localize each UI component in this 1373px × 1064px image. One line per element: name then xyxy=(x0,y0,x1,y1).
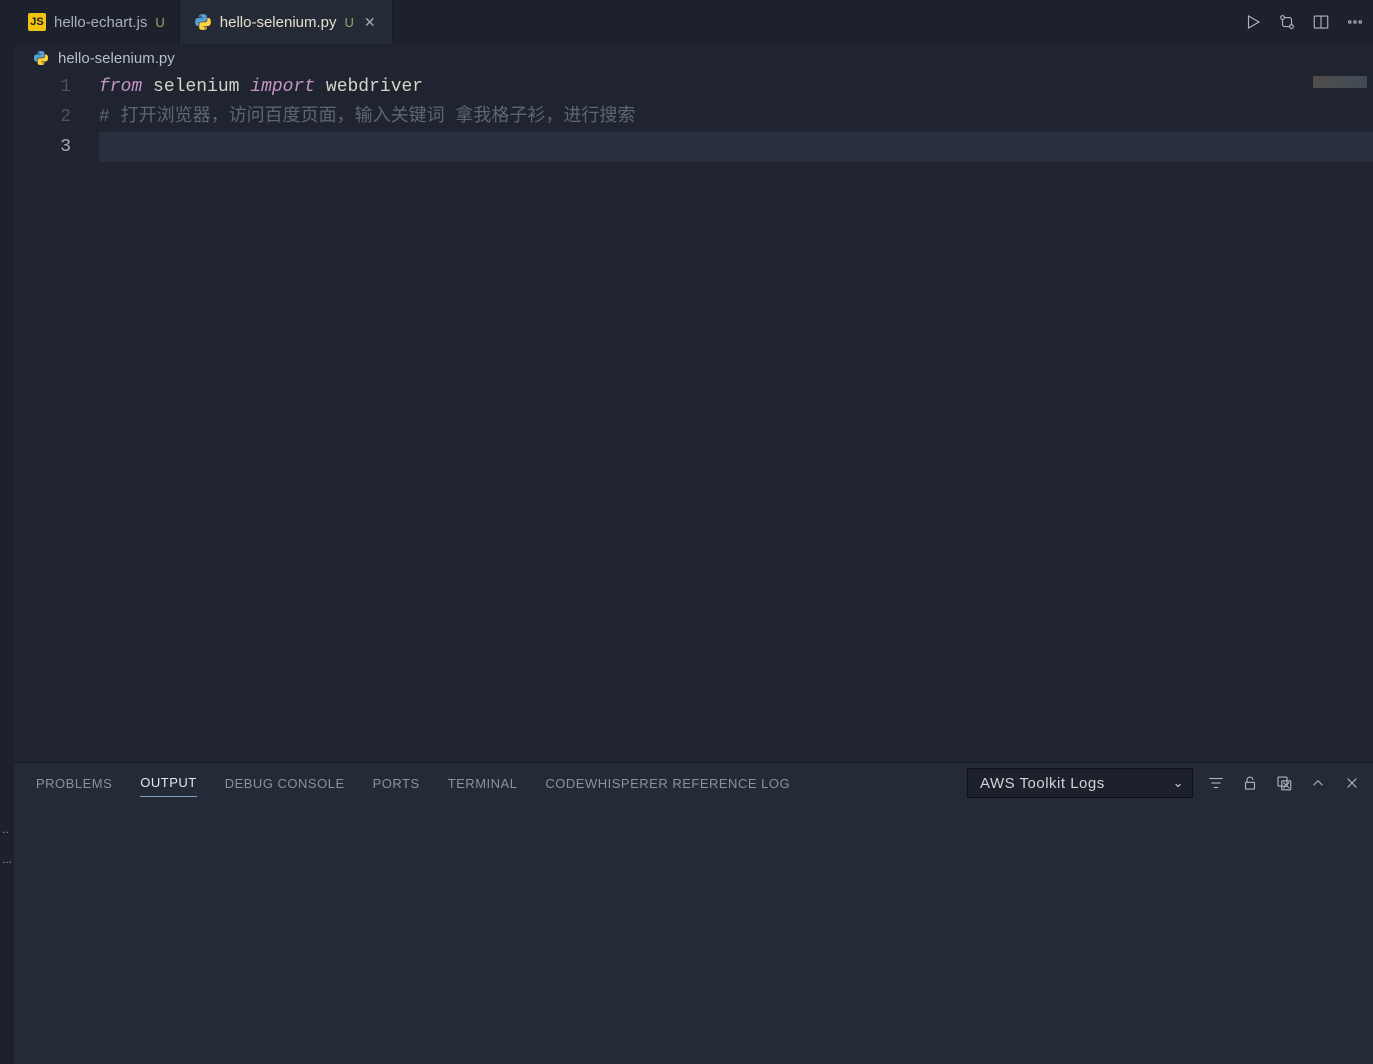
code-line-current xyxy=(99,132,1373,162)
split-editor-icon[interactable] xyxy=(1311,12,1331,32)
compare-changes-icon[interactable] xyxy=(1277,12,1297,32)
breadcrumb-file: hello-selenium.py xyxy=(58,50,175,67)
tab-status-unsaved: U xyxy=(345,15,354,30)
chevron-up-icon[interactable] xyxy=(1307,772,1329,794)
activity-dots-2: ... xyxy=(0,844,14,874)
clear-output-icon[interactable] xyxy=(1273,772,1295,794)
python-file-icon xyxy=(32,49,50,67)
tab-problems[interactable]: PROBLEMS xyxy=(36,770,112,797)
output-body[interactable] xyxy=(14,803,1373,1064)
chevron-down-icon: ⌄ xyxy=(1173,775,1184,791)
lock-scroll-icon[interactable] xyxy=(1239,772,1261,794)
more-actions-icon[interactable] xyxy=(1345,12,1365,32)
tab-debug-console[interactable]: DEBUG CONSOLE xyxy=(225,770,345,797)
code-line: # 打开浏览器，访问百度页面，输入关键词 拿我格子衫，进行搜索 xyxy=(99,102,1373,132)
js-file-icon: JS xyxy=(28,13,46,31)
line-number: 2 xyxy=(14,102,71,132)
activity-dots: .. xyxy=(0,814,14,844)
tab-hello-selenium[interactable]: hello-selenium.py U ✕ xyxy=(180,0,393,44)
tab-output[interactable]: OUTPUT xyxy=(140,769,196,797)
editor-tabs: JS hello-echart.js U hello-selenium.py U… xyxy=(14,0,1373,44)
tab-codewhisperer[interactable]: CODEWHISPERER REFERENCE LOG xyxy=(545,770,790,797)
main-column: JS hello-echart.js U hello-selenium.py U… xyxy=(14,0,1373,1064)
gutter: 1 2 3 xyxy=(14,72,99,762)
close-panel-icon[interactable] xyxy=(1341,772,1363,794)
python-file-icon xyxy=(194,13,212,31)
tab-status-unsaved: U xyxy=(155,15,164,30)
panel-right-controls: AWS Toolkit Logs ⌄ xyxy=(967,768,1363,798)
line-number: 3 xyxy=(14,132,71,162)
bottom-panel: PROBLEMS OUTPUT DEBUG CONSOLE PORTS TERM… xyxy=(14,762,1373,1064)
tab-file-name: hello-selenium.py xyxy=(220,14,337,31)
panel-tabs: PROBLEMS OUTPUT DEBUG CONSOLE PORTS TERM… xyxy=(14,763,1373,803)
minimap[interactable] xyxy=(1313,76,1367,88)
activity-bar: .. ... xyxy=(0,0,14,1064)
code-editor[interactable]: 1 2 3 from selenium import webdriver # 打… xyxy=(14,72,1373,762)
tab-terminal[interactable]: TERMINAL xyxy=(448,770,518,797)
line-number: 1 xyxy=(14,72,71,102)
breadcrumb[interactable]: hello-selenium.py xyxy=(14,44,1373,72)
output-channel-select[interactable]: AWS Toolkit Logs ⌄ xyxy=(967,768,1193,798)
tab-file-name: hello-echart.js xyxy=(54,14,147,31)
code-line: from selenium import webdriver xyxy=(99,72,1373,102)
run-icon[interactable] xyxy=(1243,12,1263,32)
filter-icon[interactable] xyxy=(1205,772,1227,794)
editor-actions xyxy=(1243,0,1373,44)
tab-hello-echart[interactable]: JS hello-echart.js U xyxy=(14,0,180,44)
channel-label: AWS Toolkit Logs xyxy=(980,775,1105,792)
close-icon[interactable]: ✕ xyxy=(362,12,378,33)
tab-ports[interactable]: PORTS xyxy=(373,770,420,797)
code-content[interactable]: from selenium import webdriver # 打开浏览器，访… xyxy=(99,72,1373,762)
